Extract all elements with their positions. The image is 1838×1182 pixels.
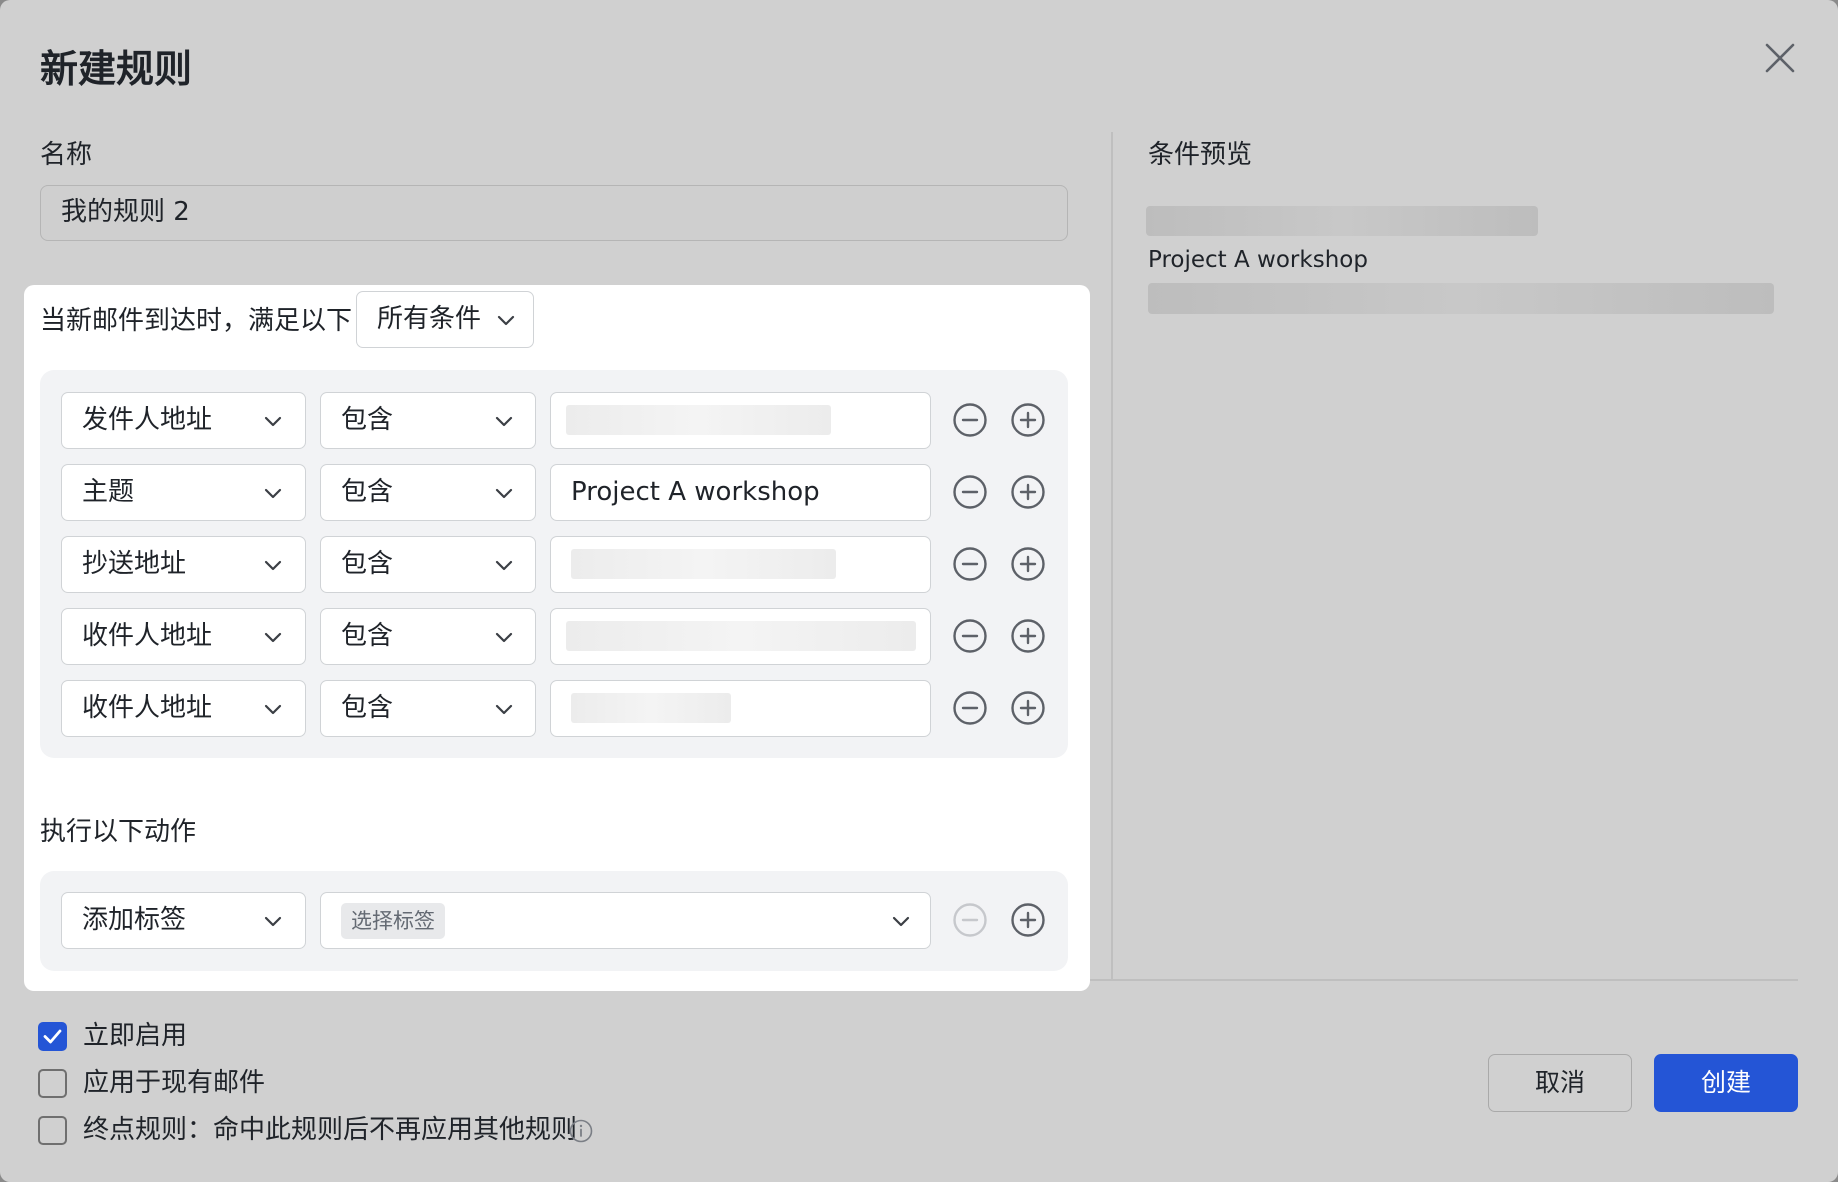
condition-field-select[interactable]: 抄送地址 [61,536,306,593]
condition-field-select[interactable]: 发件人地址 [61,392,306,449]
add-condition-button[interactable] [1010,402,1046,438]
plus-circle-icon [1011,547,1045,581]
chevron-down-icon [264,560,282,571]
vertical-divider [1111,132,1113,979]
plus-circle-icon [1011,475,1045,509]
info-icon[interactable] [569,1119,593,1143]
condition-field-select[interactable]: 主题 [61,464,306,521]
add-condition-button[interactable] [1010,690,1046,726]
preview-redacted-line [1148,283,1774,314]
plus-circle-icon [1011,403,1045,437]
add-condition-button[interactable] [1010,474,1046,510]
enable-now-label: 立即启用 [83,1021,188,1051]
chevron-down-icon [495,560,513,571]
plus-circle-icon [1011,691,1045,725]
chevron-down-icon [495,416,513,427]
chevron-down-icon [495,632,513,643]
remove-condition-button[interactable] [952,618,988,654]
chevron-down-icon [264,632,282,643]
redacted-value [571,693,731,723]
add-action-button[interactable] [1010,902,1046,938]
plus-circle-icon [1011,619,1045,653]
action-type-value: 添加标签 [82,905,187,935]
new-rule-dialog: 新建规则 名称 我的规则 2 条件预览 Project A workshop 当… [0,0,1838,1182]
rule-name-input[interactable]: 我的规则 2 [40,185,1068,241]
chevron-down-icon [264,488,282,499]
preview-redacted-line [1146,206,1538,236]
condition-field-select[interactable]: 收件人地址 [61,680,306,737]
remove-condition-button[interactable] [952,690,988,726]
remove-condition-button[interactable] [952,546,988,582]
condition-operator-value: 包含 [341,405,394,435]
condition-field-value: 收件人地址 [82,693,213,723]
cancel-button[interactable]: 取消 [1488,1054,1632,1112]
condition-operator-value: 包含 [341,693,394,723]
dialog-title: 新建规则 [40,47,193,91]
condition-operator-select[interactable]: 包含 [320,536,536,593]
match-mode-select[interactable]: 所有条件 [356,291,534,348]
minus-circle-icon [953,547,987,581]
chevron-down-icon [264,704,282,715]
conditions-intro: 当新邮件到达时，满足以下 [40,306,353,336]
condition-value-input[interactable]: Project A workshop [550,464,931,521]
redacted-value [566,621,916,651]
remove-condition-button[interactable] [952,474,988,510]
match-mode-value: 所有条件 [377,304,482,334]
minus-circle-icon [953,403,987,437]
enable-now-checkbox[interactable] [38,1022,67,1051]
condition-operator-select[interactable]: 包含 [320,464,536,521]
condition-field-value: 抄送地址 [82,549,187,579]
apply-existing-label: 应用于现有邮件 [83,1068,266,1098]
remove-action-button-disabled [952,902,988,938]
stop-rule-checkbox[interactable] [38,1116,67,1145]
add-condition-button[interactable] [1010,546,1046,582]
chevron-down-icon [495,704,513,715]
condition-operator-value: 包含 [341,477,394,507]
minus-circle-icon [953,475,987,509]
condition-field-value: 收件人地址 [82,621,213,651]
create-button[interactable]: 创建 [1654,1054,1798,1112]
minus-circle-icon [953,691,987,725]
tag-select-placeholder: 选择标签 [341,903,445,939]
add-condition-button[interactable] [1010,618,1046,654]
preview-subject-text: Project A workshop [1148,247,1368,273]
apply-existing-checkbox[interactable] [38,1069,67,1098]
condition-field-value: 发件人地址 [82,405,213,435]
close-icon[interactable] [1762,40,1798,76]
condition-operator-value: 包含 [341,621,394,651]
stop-rule-label: 终点规则：命中此规则后不再应用其他规则 [83,1115,578,1145]
redacted-value [571,549,836,579]
actions-label: 执行以下动作 [40,817,197,847]
redacted-value [566,405,831,435]
condition-operator-select[interactable]: 包含 [320,392,536,449]
condition-field-select[interactable]: 收件人地址 [61,608,306,665]
condition-operator-value: 包含 [341,549,394,579]
minus-circle-icon [953,619,987,653]
condition-field-value: 主题 [82,477,135,507]
chevron-down-icon [497,315,515,326]
checkmark-icon [43,1029,62,1044]
chevron-down-icon [264,916,282,927]
plus-circle-icon [1011,903,1045,937]
chevron-down-icon [264,416,282,427]
name-label: 名称 [40,140,93,170]
preview-label: 条件预览 [1148,140,1253,170]
action-type-select[interactable]: 添加标签 [61,892,306,949]
chevron-down-icon [495,488,513,499]
minus-circle-icon [953,903,987,937]
remove-condition-button[interactable] [952,402,988,438]
condition-operator-select[interactable]: 包含 [320,680,536,737]
condition-operator-select[interactable]: 包含 [320,608,536,665]
chevron-down-icon [892,916,910,927]
